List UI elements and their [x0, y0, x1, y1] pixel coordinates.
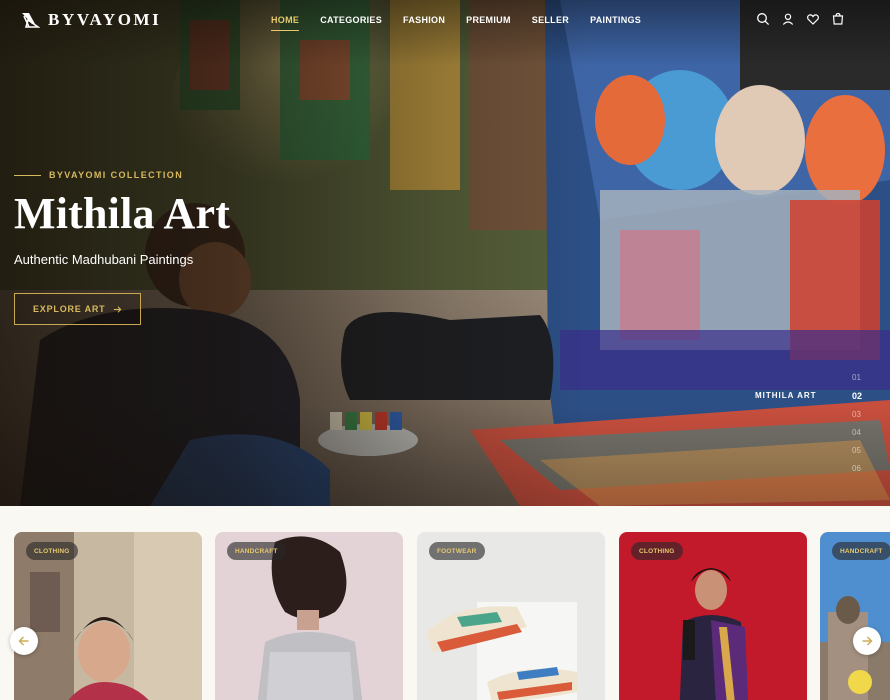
- nav-premium[interactable]: PREMIUM: [466, 15, 511, 31]
- nav-categories[interactable]: CATEGORIES: [320, 15, 382, 31]
- logo-mark-icon: [22, 13, 40, 28]
- explore-art-button[interactable]: EXPLORE ART: [14, 293, 142, 325]
- arrow-right-icon: [862, 636, 873, 646]
- product-card[interactable]: CLOTHING: [14, 532, 202, 700]
- product-card[interactable]: FOOTWEAR: [417, 532, 605, 700]
- nav-paintings[interactable]: PAINTINGS: [590, 15, 641, 31]
- search-icon[interactable]: [756, 12, 770, 26]
- explore-art-label: EXPLORE ART: [33, 304, 106, 314]
- nav-home[interactable]: HOME: [271, 15, 300, 31]
- nav-seller[interactable]: SELLER: [532, 15, 569, 31]
- product-carousel: CLOTHING HANDCRAFT FOOTWEAR CLOTHING HAN…: [0, 506, 890, 700]
- slide-dot-06[interactable]: 06: [852, 463, 862, 475]
- carousel-next-button[interactable]: [853, 627, 881, 655]
- product-card[interactable]: HANDCRAFT: [820, 532, 890, 700]
- product-card[interactable]: HANDCRAFT: [215, 532, 403, 700]
- slide-dot-05[interactable]: 05: [852, 445, 862, 457]
- nav-actions: [756, 12, 845, 26]
- brand-logo[interactable]: BYVAYOMI: [20, 10, 161, 30]
- user-icon[interactable]: [781, 12, 795, 26]
- category-badge: CLOTHING: [26, 542, 78, 560]
- nav-fashion[interactable]: FASHION: [403, 15, 445, 31]
- top-nav: BYVAYOMI HOME CATEGORIES FASHION PREMIUM…: [0, 0, 890, 42]
- slide-pagination: 01 02 03 04 05 06: [852, 372, 862, 476]
- hero-subtitle: Authentic Madhubani Paintings: [14, 252, 194, 267]
- eyebrow-rule: [14, 174, 41, 176]
- category-badge: HANDCRAFT: [227, 542, 286, 560]
- current-slide-title: MITHILA ART: [755, 391, 817, 400]
- product-card[interactable]: CLOTHING: [619, 532, 807, 700]
- carousel-prev-button[interactable]: [10, 627, 38, 655]
- eyebrow-text: BYVAYOMI COLLECTION: [49, 170, 184, 180]
- slide-dot-03[interactable]: 03: [852, 409, 862, 421]
- category-badge: CLOTHING: [631, 542, 683, 560]
- brand-name: BYVAYOMI: [48, 10, 162, 29]
- arrow-right-icon: [114, 305, 122, 313]
- slide-dot-01[interactable]: 01: [852, 372, 862, 384]
- arrow-left-icon: [18, 636, 29, 646]
- cart-icon[interactable]: [831, 12, 845, 26]
- hero-eyebrow: BYVAYOMI COLLECTION: [14, 170, 230, 180]
- slide-dot-04[interactable]: 04: [852, 427, 862, 439]
- heart-icon[interactable]: [806, 12, 820, 26]
- category-badge: HANDCRAFT: [832, 542, 890, 560]
- hero-copy: BYVAYOMI COLLECTION Mithila Art Authenti…: [14, 170, 230, 325]
- slide-dot-02[interactable]: 02: [852, 390, 862, 402]
- category-badge: FOOTWEAR: [429, 542, 485, 560]
- main-menu: HOME CATEGORIES FASHION PREMIUM SELLER P…: [271, 15, 641, 31]
- hero-title: Mithila Art: [14, 189, 231, 238]
